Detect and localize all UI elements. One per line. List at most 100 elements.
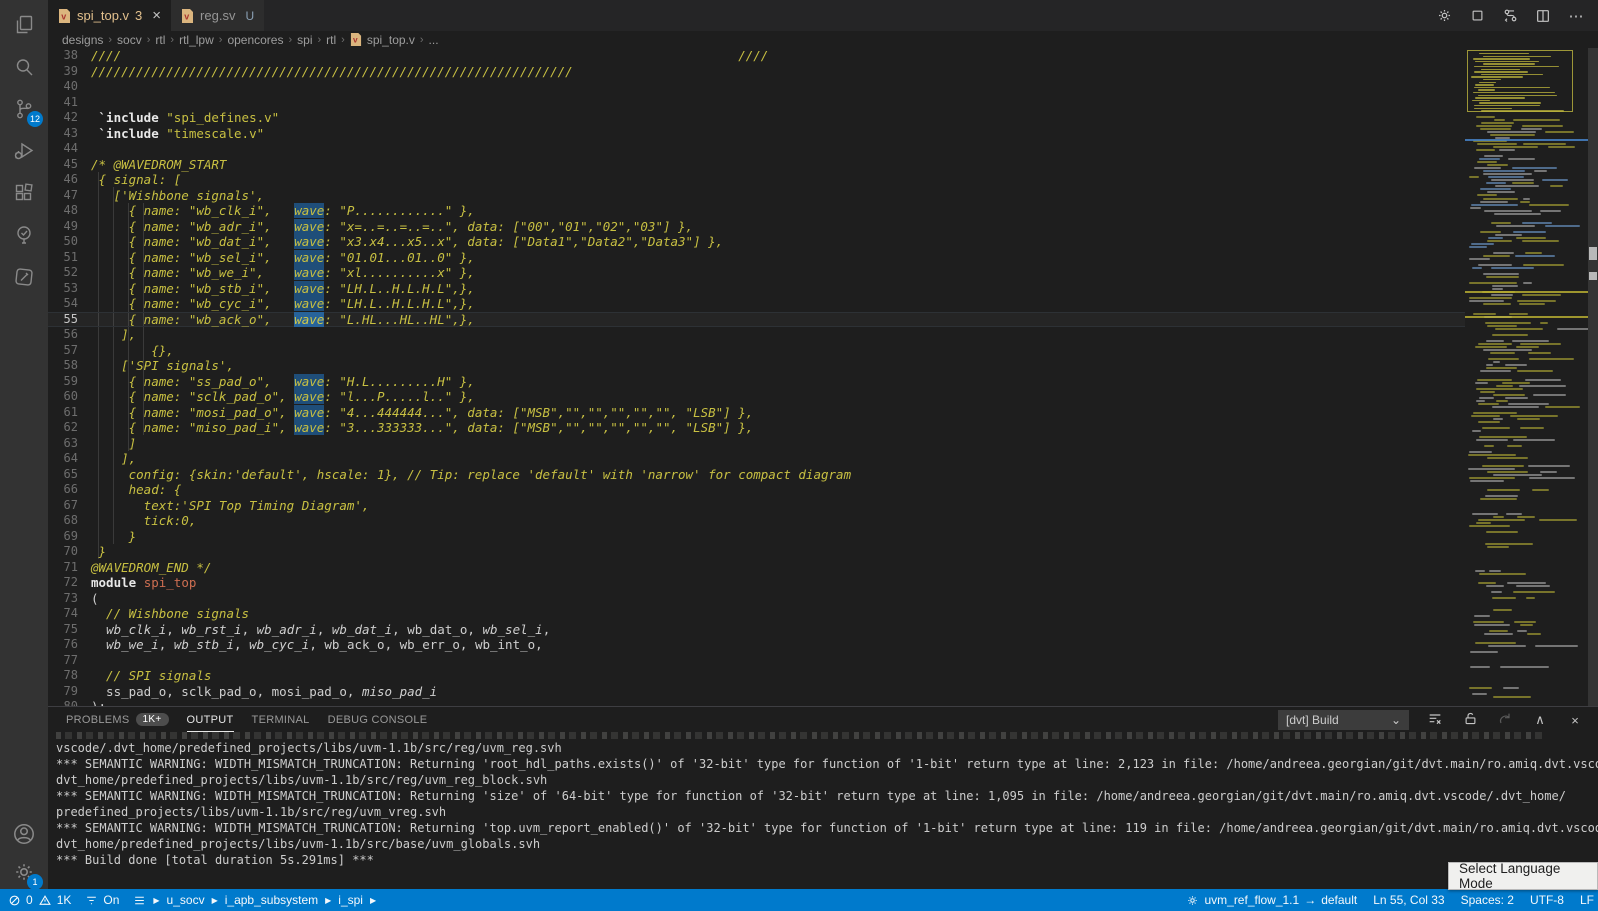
line-number: 54: [48, 296, 78, 312]
tab-terminal[interactable]: TERMINAL: [252, 707, 310, 732]
run-debug-icon[interactable]: [0, 130, 48, 172]
settings-gear-icon[interactable]: 1: [0, 851, 48, 893]
unlock-scroll-icon[interactable]: [1461, 711, 1479, 729]
code-line[interactable]: 38//// ////: [48, 48, 1465, 64]
indentation[interactable]: Spaces: 2: [1461, 893, 1514, 907]
code-line[interactable]: 62 { name: "miso_pad_i", wave: "3...3333…: [48, 420, 1465, 436]
code-line[interactable]: 71@WAVEDROM_END */: [48, 560, 1465, 576]
code-line[interactable]: 42 `include "spi_defines.v": [48, 110, 1465, 126]
code-line[interactable]: 73(: [48, 591, 1465, 607]
eol-sequence[interactable]: LF: [1580, 893, 1594, 907]
breadcrumb-item[interactable]: rtl: [155, 33, 165, 47]
line-number: 53: [48, 281, 78, 297]
tab-problems[interactable]: PROBLEMS 1K+: [66, 707, 169, 732]
breadcrumb-item[interactable]: spi: [297, 33, 312, 47]
run-box-icon[interactable]: [1467, 6, 1487, 26]
code-line[interactable]: 50 { name: "wb_dat_i", wave: "x3.x4...x5…: [48, 234, 1465, 250]
code-line[interactable]: 39//////////////////////////////////////…: [48, 64, 1465, 80]
more-actions-icon[interactable]: ⋯: [1566, 6, 1586, 26]
code-line[interactable]: 49 { name: "wb_adr_i", wave: "x=..=..=..…: [48, 219, 1465, 235]
code-line[interactable]: 64 ],: [48, 451, 1465, 467]
code-line[interactable]: 44: [48, 141, 1465, 157]
breadcrumb-item[interactable]: opencores: [227, 33, 283, 47]
code-line[interactable]: 79 ss_pad_o, sclk_pad_o, mosi_pad_o, mis…: [48, 684, 1465, 700]
breadcrumb-item[interactable]: rtl: [326, 33, 336, 47]
design-hierarchy[interactable]: ▶u_socv▶i_apb_subsystem▶i_spi▶: [133, 893, 378, 907]
tab-debug-console[interactable]: DEBUG CONSOLE: [328, 707, 428, 732]
dvt-icon[interactable]: [0, 256, 48, 298]
code-line[interactable]: 78 // SPI signals: [48, 668, 1465, 684]
code-line[interactable]: 40: [48, 79, 1465, 95]
code-line[interactable]: 56 ],: [48, 327, 1465, 343]
code-line[interactable]: 58 ['SPI signals',: [48, 358, 1465, 374]
code-line[interactable]: 72module spi_top: [48, 575, 1465, 591]
breadcrumb-item[interactable]: socv: [117, 33, 142, 47]
code-line[interactable]: 47 ['Wishbone signals',: [48, 188, 1465, 204]
code-line[interactable]: 41: [48, 95, 1465, 111]
close-panel-icon[interactable]: ×: [1566, 713, 1584, 728]
open-in-editor-icon[interactable]: [1496, 711, 1514, 730]
verification-icon[interactable]: [0, 214, 48, 256]
diagram-icon[interactable]: [1500, 6, 1520, 26]
breadcrumb-file[interactable]: spi_top.v: [367, 33, 415, 47]
code-line[interactable]: 67 text:'SPI Top Timing Diagram',: [48, 498, 1465, 514]
breadcrumb[interactable]: designs›socv›rtl›rtl_lpw›opencores›spi›r…: [48, 31, 1598, 48]
settings-gear-icon[interactable]: [1434, 6, 1454, 26]
search-icon[interactable]: [0, 46, 48, 88]
code-line[interactable]: 76 wb_we_i, wb_stb_i, wb_cyc_i, wb_ack_o…: [48, 637, 1465, 653]
code-line[interactable]: 70 }: [48, 544, 1465, 560]
code-line[interactable]: 74 // Wishbone signals: [48, 606, 1465, 622]
code-line[interactable]: 77: [48, 653, 1465, 669]
code-line[interactable]: 45/* @WAVEDROM_START: [48, 157, 1465, 173]
code-line[interactable]: 63 ]: [48, 436, 1465, 452]
code-line[interactable]: 53 { name: "wb_stb_i", wave: "LH.L..H.L.…: [48, 281, 1465, 297]
filter-toggle[interactable]: On: [85, 893, 119, 907]
scrollbar[interactable]: [1588, 48, 1598, 706]
encoding[interactable]: UTF-8: [1530, 893, 1564, 907]
hierarchy-item[interactable]: i_apb_subsystem: [225, 893, 318, 907]
line-number: 67: [48, 498, 78, 514]
extensions-icon[interactable]: [0, 172, 48, 214]
problems-status[interactable]: 0 1K: [8, 893, 71, 907]
code-line[interactable]: 69 }: [48, 529, 1465, 545]
files-icon[interactable]: [0, 4, 48, 46]
svg-text:v: v: [184, 11, 189, 21]
code-line[interactable]: 48 { name: "wb_clk_i", wave: "P.........…: [48, 203, 1465, 219]
tab-output[interactable]: OUTPUT: [187, 707, 234, 732]
code-line[interactable]: 66 head: {: [48, 482, 1465, 498]
breadcrumb-item[interactable]: designs: [62, 33, 103, 47]
code-line[interactable]: 46 { signal: [: [48, 172, 1465, 188]
breadcrumb-tail[interactable]: ...: [429, 33, 439, 47]
source-control-icon[interactable]: 12: [0, 88, 48, 130]
code-line[interactable]: 43 `include "timescale.v": [48, 126, 1465, 142]
hierarchy-item[interactable]: i_spi: [338, 893, 363, 907]
close-icon[interactable]: ×: [152, 7, 161, 24]
code-line[interactable]: 51 { name: "wb_sel_i", wave: "01.01...01…: [48, 250, 1465, 266]
code-line[interactable]: 55 { name: "wb_ack_o", wave: "L.HL...HL.…: [48, 312, 1465, 328]
code-line[interactable]: 57 {},: [48, 343, 1465, 359]
output-channel-select[interactable]: [dvt] Build ⌄: [1278, 710, 1409, 730]
hierarchy-item[interactable]: u_socv: [167, 893, 205, 907]
tab-reg-sv[interactable]: v reg.sv U: [171, 0, 264, 31]
output-log[interactable]: vscode/.dvt_home/predefined_projects/lib…: [48, 732, 1598, 890]
code-line[interactable]: 68 tick:0,: [48, 513, 1465, 529]
minimap[interactable]: [1465, 48, 1588, 706]
code-line[interactable]: 60 { name: "sclk_pad_o", wave: "l...P...…: [48, 389, 1465, 405]
code-line[interactable]: 61 { name: "mosi_pad_o", wave: "4...4444…: [48, 405, 1465, 421]
code-line[interactable]: 59 { name: "ss_pad_o", wave: "H.L.......…: [48, 374, 1465, 390]
maximize-panel-icon[interactable]: ∧: [1531, 712, 1549, 728]
code-line[interactable]: 65 config: {skin:'default', hscale: 1}, …: [48, 467, 1465, 483]
breadcrumb-item[interactable]: rtl_lpw: [179, 33, 214, 47]
code-line[interactable]: 52 { name: "wb_we_i", wave: "xl.........…: [48, 265, 1465, 281]
clear-output-icon[interactable]: [1426, 711, 1444, 730]
dvt-flow-status[interactable]: uvm_ref_flow_1.1 → default: [1186, 893, 1357, 907]
cursor-position[interactable]: Ln 55, Col 33: [1373, 893, 1444, 907]
account-icon[interactable]: [0, 813, 48, 855]
editor[interactable]: 38//// ////39///////////////////////////…: [48, 48, 1598, 706]
code-line[interactable]: 75 wb_clk_i, wb_rst_i, wb_adr_i, wb_dat_…: [48, 622, 1465, 638]
tab-spi-top[interactable]: v spi_top.v 3 ×: [48, 0, 171, 31]
code-line[interactable]: 80);: [48, 699, 1465, 706]
code-line[interactable]: 54 { name: "wb_cyc_i", wave: "LH.L..H.L.…: [48, 296, 1465, 312]
split-editor-icon[interactable]: [1533, 6, 1553, 26]
line-number: 45: [48, 157, 78, 173]
